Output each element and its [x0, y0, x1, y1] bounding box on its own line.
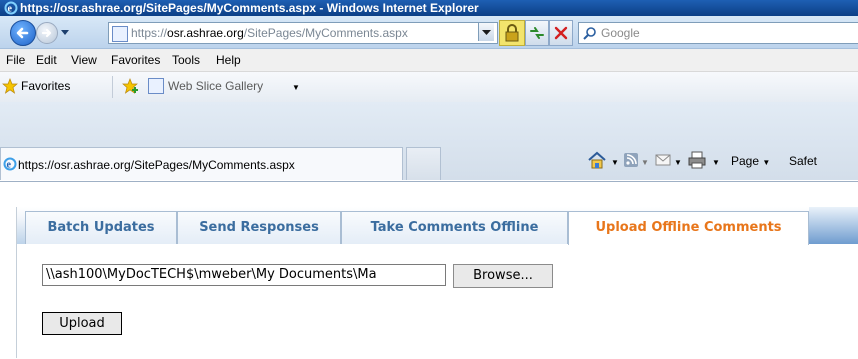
- page-menu-label: Page: [731, 154, 760, 168]
- page-tab-strip: Batch Updates Send Responses Take Commen…: [17, 207, 858, 245]
- browser-tab-active[interactable]: e https://osr.ashrae.org/SitePages/MyCom…: [0, 147, 403, 180]
- search-icon: [583, 27, 596, 40]
- recent-pages-dropdown-icon[interactable]: [61, 28, 69, 36]
- address-dropdown-button[interactable]: [478, 23, 494, 41]
- menu-file[interactable]: File: [6, 53, 25, 67]
- tab-send-responses[interactable]: Send Responses: [177, 211, 341, 244]
- svg-text:e: e: [8, 4, 13, 15]
- window-title: https://osr.ashrae.org/SitePages/MyComme…: [20, 1, 479, 15]
- back-button[interactable]: [10, 20, 36, 46]
- forward-button[interactable]: [36, 22, 58, 44]
- tab-take-comments-offline[interactable]: Take Comments Offline: [341, 211, 568, 244]
- search-input[interactable]: Google: [578, 22, 858, 44]
- stop-button[interactable]: [549, 20, 573, 46]
- web-slice-icon: [148, 78, 164, 94]
- window-title-bar[interactable]: e https://osr.ashrae.org/SitePages/MyCom…: [0, 0, 858, 16]
- browse-button[interactable]: Browse...: [453, 264, 553, 288]
- security-lock-button[interactable]: [499, 20, 525, 46]
- page-icon: [112, 26, 128, 42]
- new-tab-button[interactable]: [406, 147, 441, 180]
- feeds-icon[interactable]: [623, 152, 639, 168]
- favorites-bar: Favorites Web Slice Gallery ▼: [0, 72, 858, 103]
- web-slice-gallery-link[interactable]: Web Slice Gallery: [168, 79, 263, 93]
- mail-dropdown-icon[interactable]: ▼: [674, 158, 682, 167]
- refresh-button[interactable]: [525, 20, 549, 46]
- tab-batch-updates[interactable]: Batch Updates: [25, 211, 177, 244]
- ie-logo-icon: e: [4, 1, 18, 15]
- browser-tab-title: https://osr.ashrae.org/SitePages/MyComme…: [18, 158, 295, 172]
- page-menu-button[interactable]: Page ▼: [731, 154, 770, 168]
- add-to-favorites-icon[interactable]: [122, 78, 140, 94]
- refresh-arrows-icon: [530, 27, 544, 39]
- feeds-dropdown-icon[interactable]: ▼: [641, 158, 649, 167]
- close-icon: [554, 26, 568, 40]
- favorites-button[interactable]: Favorites: [21, 79, 70, 93]
- menu-help[interactable]: Help: [216, 53, 241, 67]
- navigation-bar: https://osr.ashrae.org/SitePages/MyComme…: [0, 16, 858, 49]
- file-path-input[interactable]: \\ash100\MyDocTECH$\mweber\My Documents\…: [42, 264, 446, 286]
- print-icon[interactable]: [688, 151, 706, 169]
- divider: [112, 76, 113, 98]
- address-bar[interactable]: https://osr.ashrae.org/SitePages/MyComme…: [108, 22, 498, 44]
- chevron-down-icon: [482, 30, 491, 35]
- mail-icon[interactable]: [655, 153, 671, 167]
- upload-button[interactable]: Upload: [42, 312, 122, 335]
- menu-view[interactable]: View: [71, 53, 97, 67]
- browser-tab-bar: e https://osr.ashrae.org/SitePages/MyCom…: [0, 102, 858, 180]
- menu-bar: File Edit View Favorites Tools Help: [0, 49, 858, 72]
- home-dropdown-icon[interactable]: ▼: [611, 158, 619, 167]
- home-icon[interactable]: [586, 150, 608, 170]
- back-arrow-icon: [16, 27, 29, 39]
- ie-logo-icon: e: [3, 157, 17, 171]
- search-placeholder: Google: [601, 26, 640, 40]
- tab-strip-gradient: [809, 207, 858, 244]
- tab-upload-offline-comments[interactable]: Upload Offline Comments: [568, 211, 809, 245]
- safety-menu-button[interactable]: Safet: [789, 154, 817, 168]
- chevron-down-icon[interactable]: ▼: [292, 83, 300, 92]
- lock-icon: [505, 24, 519, 42]
- favorites-star-icon: [2, 78, 18, 94]
- address-url: https://osr.ashrae.org/SitePages/MyComme…: [131, 26, 408, 40]
- forward-arrow-icon: [41, 28, 52, 38]
- menu-tools[interactable]: Tools: [172, 53, 200, 67]
- svg-text:e: e: [7, 160, 12, 171]
- print-dropdown-icon[interactable]: ▼: [712, 158, 720, 167]
- menu-edit[interactable]: Edit: [36, 53, 57, 67]
- menu-favorites[interactable]: Favorites: [111, 53, 160, 67]
- chevron-down-icon: ▼: [762, 158, 771, 167]
